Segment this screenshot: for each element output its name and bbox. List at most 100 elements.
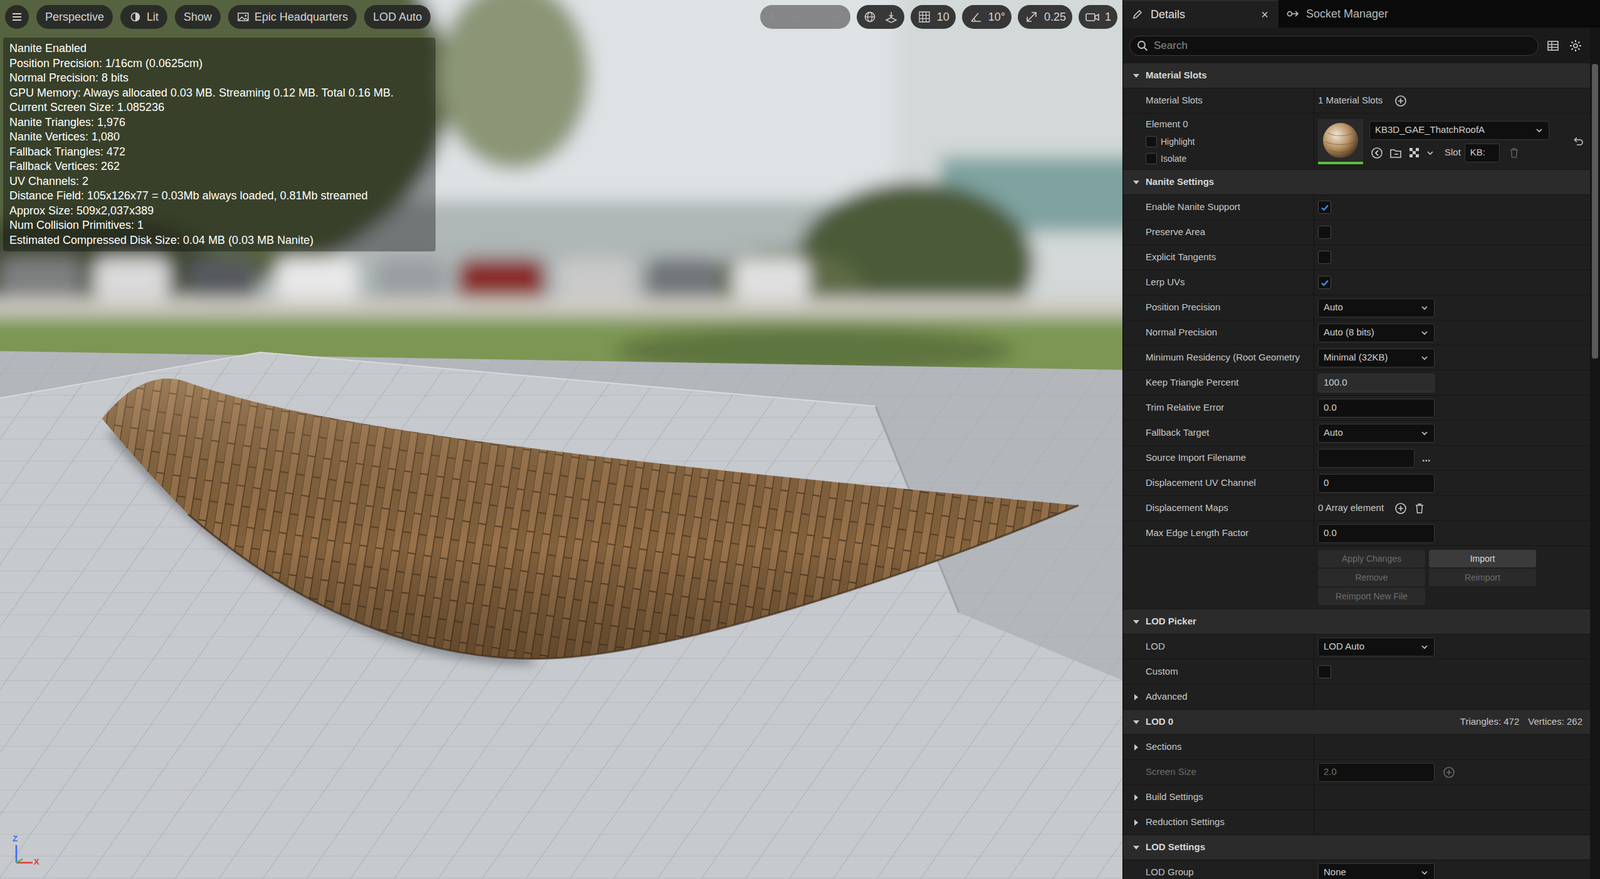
property-value-cell: 2.0 xyxy=(1314,759,1590,785)
file-path-input[interactable] xyxy=(1317,448,1415,468)
checkbox[interactable] xyxy=(1317,250,1332,264)
checkbox[interactable] xyxy=(1145,152,1157,165)
expand-arrow-icon[interactable] xyxy=(1131,177,1141,187)
show-button[interactable]: Show xyxy=(174,5,221,29)
chevron-down-icon xyxy=(1420,353,1429,363)
preview-scene-button[interactable]: Epic Headquarters xyxy=(228,5,357,29)
surface-snap-icon[interactable] xyxy=(884,10,899,24)
section-header[interactable]: LOD 0Triangles: 472Vertices: 262 xyxy=(1123,709,1590,735)
lighting-button[interactable]: Lit xyxy=(120,5,168,29)
checkbox[interactable] xyxy=(1317,664,1332,679)
checkbox[interactable] xyxy=(1145,135,1157,148)
property-label-cell: Advanced xyxy=(1123,684,1315,709)
expand-arrow-icon[interactable] xyxy=(1131,717,1141,727)
world-space-icon[interactable] xyxy=(862,10,877,24)
property-value-cell xyxy=(1314,659,1590,684)
clear-array-icon[interactable] xyxy=(1412,501,1427,516)
property-value-cell: 0 xyxy=(1314,470,1590,496)
options-grid-icon[interactable] xyxy=(1406,145,1423,161)
property-row: Position PrecisionAuto xyxy=(1123,295,1590,321)
chevron-down-icon xyxy=(1420,328,1429,338)
property-row: Normal PrecisionAuto (8 bits) xyxy=(1123,320,1590,346)
lod-button[interactable]: LOD Auto xyxy=(364,5,431,29)
browse-button[interactable]: ... xyxy=(1419,450,1433,466)
search-field[interactable] xyxy=(1129,35,1539,56)
browse-folder-icon[interactable] xyxy=(1388,145,1404,161)
close-tab-button[interactable]: × xyxy=(1258,5,1271,24)
numeric-input: 2.0 xyxy=(1317,762,1435,782)
subcategory-row[interactable]: Advanced xyxy=(1123,684,1590,710)
section-header[interactable]: LOD Settings xyxy=(1123,834,1590,860)
scale-icon[interactable] xyxy=(830,10,845,24)
viewport[interactable]: Perspective LitShow Epic Headquarters LOD A… xyxy=(0,0,1123,879)
property-matrix-icon[interactable] xyxy=(1544,37,1562,54)
section-header[interactable]: Nanite Settings xyxy=(1123,169,1590,195)
numeric-input[interactable]: 0.0 xyxy=(1317,523,1435,543)
select-icon[interactable] xyxy=(766,10,781,24)
material-name: KB3D_GAE_ThatchRoofA xyxy=(1375,122,1485,138)
checkbox[interactable] xyxy=(1317,200,1332,214)
subcategory-row[interactable]: Build Settings xyxy=(1123,784,1590,810)
material-picker[interactable]: KB3D_GAE_ThatchRoofA xyxy=(1369,120,1550,140)
expand-arrow-icon[interactable] xyxy=(1131,742,1141,752)
view-mode-button[interactable]: Perspective xyxy=(36,5,113,29)
button-label: Epic Headquarters xyxy=(254,8,348,26)
material-thumbnail[interactable] xyxy=(1317,119,1364,165)
section-header[interactable]: LOD Picker xyxy=(1123,609,1590,635)
property-label: Screen Size xyxy=(1145,764,1197,780)
dropdown-value: Auto (8 bits) xyxy=(1323,325,1375,340)
expand-arrow-icon[interactable] xyxy=(1131,817,1141,827)
rotate-icon[interactable] xyxy=(809,10,823,24)
menu-icon[interactable] xyxy=(5,5,29,29)
add-element-icon[interactable] xyxy=(1393,501,1408,516)
translate-icon[interactable] xyxy=(787,10,802,24)
checkbox[interactable] xyxy=(1317,225,1332,239)
panel-tab[interactable]: Details× xyxy=(1123,0,1279,28)
use-selected-icon[interactable] xyxy=(1369,145,1385,161)
section-header[interactable]: Material Slots xyxy=(1123,63,1590,89)
action-button[interactable]: Import xyxy=(1428,549,1537,568)
expand-arrow-icon[interactable] xyxy=(1131,71,1141,81)
settings-gear-icon[interactable] xyxy=(1567,37,1584,54)
property-label: Max Edge Length Factor xyxy=(1145,525,1249,541)
numeric-spinbox[interactable]: 100.0 xyxy=(1317,373,1435,393)
expand-arrow-icon[interactable] xyxy=(1131,792,1141,802)
dropdown[interactable]: Auto xyxy=(1317,423,1435,443)
expand-arrow-icon[interactable] xyxy=(1131,692,1141,702)
add-slot-icon[interactable] xyxy=(1393,94,1408,108)
property-row: Material Slots1 Material Slots xyxy=(1123,88,1590,114)
property-label-cell: Material Slots xyxy=(1123,88,1315,113)
grid-snap-button[interactable]: 10 xyxy=(910,5,956,29)
dropdown[interactable]: Auto (8 bits) xyxy=(1317,323,1435,343)
dropdown-value: LOD Auto xyxy=(1323,639,1365,654)
scrollbar-thumb[interactable] xyxy=(1591,63,1599,359)
property-label-cell: Position Precision xyxy=(1123,295,1315,320)
numeric-input[interactable]: 0 xyxy=(1317,473,1435,493)
dropdown[interactable]: Minimal (32KB) xyxy=(1317,348,1435,368)
stat-line: Approx Size: 509x2,037x389 xyxy=(9,203,430,219)
reset-to-default-icon[interactable] xyxy=(1571,134,1585,149)
slot-name-input[interactable]: KB: xyxy=(1464,143,1500,163)
dropdown[interactable]: None xyxy=(1317,862,1435,879)
array-count: 0 Array element xyxy=(1317,500,1384,516)
expand-arrow-icon[interactable] xyxy=(1131,842,1141,852)
subcategory-row[interactable]: Sections xyxy=(1123,734,1590,760)
scale-snap-button[interactable]: 0.25 xyxy=(1017,5,1073,29)
socket-icon xyxy=(1286,6,1300,21)
chevron-down-icon[interactable] xyxy=(1425,148,1435,158)
panel-tab[interactable]: Socket Manager xyxy=(1278,0,1396,28)
search-input[interactable] xyxy=(1153,37,1532,54)
expand-arrow-icon[interactable] xyxy=(1131,617,1141,627)
property-label: Fallback Target xyxy=(1145,425,1209,440)
subcategory-row[interactable]: Reduction Settings xyxy=(1123,809,1590,835)
scrollbar[interactable] xyxy=(1589,27,1600,879)
property-label-cell: Screen Size xyxy=(1123,759,1315,785)
dropdown[interactable]: Auto xyxy=(1317,298,1435,318)
checkbox[interactable] xyxy=(1317,275,1332,289)
numeric-input[interactable]: 0.0 xyxy=(1317,398,1435,418)
dropdown[interactable]: LOD Auto xyxy=(1317,637,1435,657)
property-value-cell: 0 Array element xyxy=(1314,495,1590,521)
rotation-snap-button[interactable]: 10° xyxy=(962,5,1012,29)
option-label: Highlight xyxy=(1160,135,1195,149)
camera-speed-button[interactable]: 1 xyxy=(1078,5,1118,29)
